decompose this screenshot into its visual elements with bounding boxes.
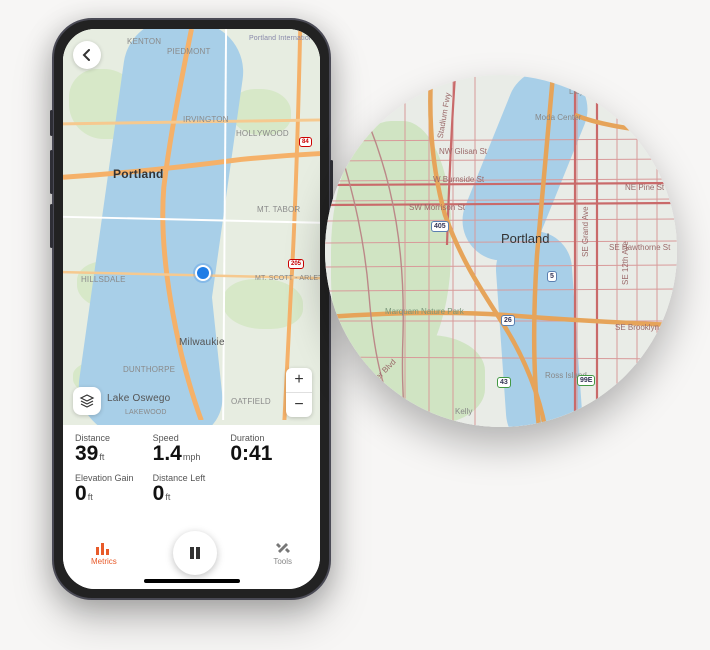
map-label: Portland International Airport [249, 35, 320, 42]
map-label: Kelly [455, 407, 472, 416]
pause-icon [188, 546, 202, 560]
metric-distance: Distance 39ft [75, 433, 153, 465]
pause-button[interactable] [173, 531, 217, 575]
map-label: SE Brooklyn St [615, 323, 669, 332]
route-shield-icon: 99E [577, 375, 595, 386]
back-chevron-icon [81, 49, 93, 61]
interstate-shield-icon: 205 [288, 259, 304, 269]
map-label: NW Glisan St [439, 147, 487, 156]
map-label: OATFIELD [231, 397, 271, 406]
map-label: KENTON [127, 37, 161, 46]
phone-side-button [50, 204, 53, 248]
map-label: Up Brooklyn [625, 389, 669, 398]
tab-tools[interactable]: Tools [273, 541, 292, 566]
map-label: SE 12th Ave [621, 241, 630, 285]
metric-value: 39 [75, 442, 98, 465]
map-label: MT. SCOTT - ARLETA [255, 275, 320, 282]
metric-unit: ft [165, 492, 170, 502]
interstate-shield-icon: 5 [547, 271, 557, 282]
activity-map[interactable]: KENTON PIEDMONT Portland International A… [63, 29, 320, 425]
interstate-shield-icon: 84 [299, 137, 312, 147]
tab-label: Metrics [91, 557, 117, 566]
layers-icon [79, 393, 95, 409]
map-label: IRVINGTON [183, 115, 229, 124]
metric-speed: Speed 1.4mph [153, 433, 231, 465]
metric-value: 0 [75, 482, 87, 505]
metric-duration: Duration 0:41 [230, 433, 308, 465]
map-label: W Burnside St [433, 175, 484, 184]
zoom-in-button[interactable]: + [286, 368, 312, 392]
map-city-label: Portland [501, 231, 549, 246]
map-label: DUNTHORPE [123, 365, 175, 374]
metric-value: 1.4 [153, 442, 182, 465]
tab-metrics[interactable]: Metrics [91, 541, 117, 566]
map-label: SE Grand Ave [581, 206, 590, 257]
map-label: PIEDMONT [167, 47, 211, 56]
metrics-panel: Distance 39ft Speed 1.4mph Duration 0:41… [63, 425, 320, 589]
metric-distance-left: Distance Left 0ft [153, 473, 308, 505]
map-label: NE Pine St [625, 183, 664, 192]
map-layers-button[interactable] [73, 387, 101, 415]
phone-device: KENTON PIEDMONT Portland International A… [52, 18, 331, 600]
metric-unit: ft [99, 452, 104, 462]
detailed-map[interactable]: Stadium Fwy NW Glisan St W Burnside St S… [325, 75, 677, 427]
map-label: SE Hawthorne St [609, 243, 670, 252]
route-shield-icon: 43 [497, 377, 511, 388]
bar-chart-icon [95, 541, 113, 555]
zoom-control: + − [286, 368, 312, 417]
metric-unit: mph [183, 452, 201, 462]
back-button[interactable] [73, 41, 101, 69]
phone-screen: KENTON PIEDMONT Portland International A… [63, 29, 320, 589]
metric-unit: ft [88, 492, 93, 502]
map-city-label: Portland [113, 167, 164, 181]
tools-icon [275, 541, 291, 555]
phone-side-button [50, 110, 53, 136]
metric-label: Distance Left [153, 473, 308, 483]
map-label: HOLLYWOOD [236, 129, 289, 138]
current-location-dot-icon [195, 265, 211, 281]
detailed-map-circle: Stadium Fwy NW Glisan St W Burnside St S… [325, 75, 677, 427]
tab-label: Tools [273, 557, 292, 566]
control-bar: Metrics Tools [63, 531, 320, 575]
interstate-shield-icon: 405 [431, 221, 449, 232]
map-label: MT. TABOR [257, 205, 300, 214]
map-label: HILLSDALE [81, 275, 126, 284]
metric-value: 0:41 [230, 442, 272, 465]
phone-side-button [50, 150, 53, 194]
interstate-shield-icon: 84 [651, 127, 665, 138]
zoom-out-button[interactable]: − [286, 392, 312, 417]
home-indicator [144, 579, 240, 583]
map-label: SW Morrison St [409, 203, 465, 212]
map-town-label: Milwaukie [179, 337, 225, 348]
metric-elevation-gain: Elevation Gain 0ft [75, 473, 153, 505]
map-label: Marquam Nature Park [385, 307, 449, 316]
route-shield-icon: 26 [501, 315, 515, 326]
map-label: Moda Center [535, 113, 581, 122]
map-town-label: Lake Oswego [107, 393, 170, 404]
map-roads [63, 29, 320, 420]
metric-value: 0 [153, 482, 165, 505]
map-label: LAKEWOOD [125, 409, 167, 416]
map-label: Lloyd Center [569, 87, 614, 96]
